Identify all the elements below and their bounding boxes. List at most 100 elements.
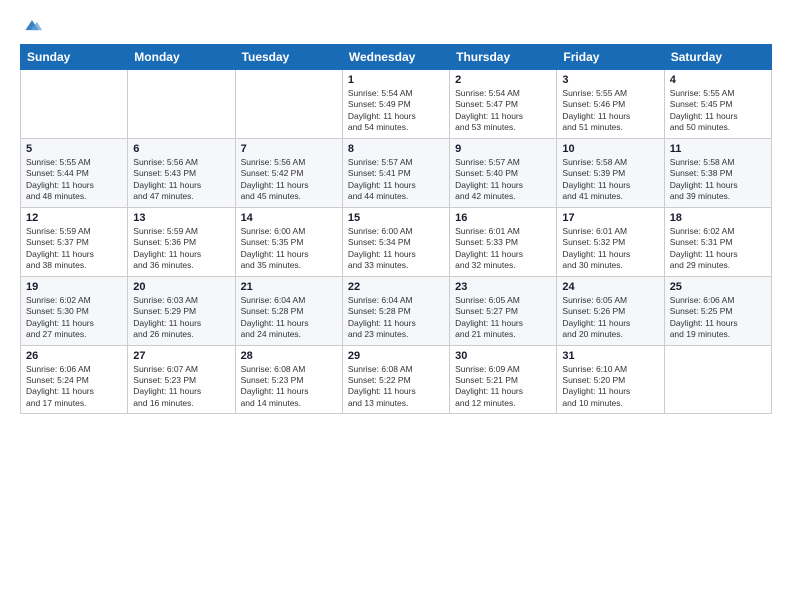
calendar-day-15: 15 Sunrise: 6:00 AMSunset: 5:34 PMDayligh… — [342, 207, 449, 276]
calendar-day-9: 9 Sunrise: 5:57 AMSunset: 5:40 PMDaylight… — [450, 138, 557, 207]
calendar-day-4: 4 Sunrise: 5:55 AMSunset: 5:45 PMDaylight… — [664, 70, 771, 139]
logo — [20, 18, 42, 34]
weekday-header-friday: Friday — [557, 45, 664, 70]
calendar-day-13: 13 Sunrise: 5:59 AMSunset: 5:36 PMDayligh… — [128, 207, 235, 276]
day-info: Sunrise: 6:09 AMSunset: 5:21 PMDaylight:… — [455, 364, 551, 410]
calendar-day-24: 24 Sunrise: 6:05 AMSunset: 5:26 PMDayligh… — [557, 276, 664, 345]
day-info: Sunrise: 5:55 AMSunset: 5:46 PMDaylight:… — [562, 88, 658, 134]
calendar-day-11: 11 Sunrise: 5:58 AMSunset: 5:38 PMDayligh… — [664, 138, 771, 207]
day-info: Sunrise: 6:00 AMSunset: 5:35 PMDaylight:… — [241, 226, 337, 272]
calendar-day-29: 29Sunrise: 6:08 AMSunset: 5:22 PMDayligh… — [342, 345, 449, 414]
day-number: 20 — [133, 281, 229, 293]
day-number: 13 — [133, 212, 229, 224]
day-number: 14 — [241, 212, 337, 224]
weekday-header-wednesday: Wednesday — [342, 45, 449, 70]
day-number: 10 — [562, 143, 658, 155]
day-number: 17 — [562, 212, 658, 224]
calendar-day-1: 1 Sunrise: 5:54 AMSunset: 5:49 PMDaylight… — [342, 70, 449, 139]
calendar-day-12: 12 Sunrise: 5:59 AMSunset: 5:37 PMDayligh… — [21, 207, 128, 276]
day-number: 26 — [26, 350, 122, 362]
day-number: 6 — [133, 143, 229, 155]
day-info: Sunrise: 6:10 AMSunset: 5:20 PMDaylight:… — [562, 364, 658, 410]
calendar-day-28: 28Sunrise: 6:08 AMSunset: 5:23 PMDayligh… — [235, 345, 342, 414]
weekday-header-tuesday: Tuesday — [235, 45, 342, 70]
day-info: Sunrise: 6:07 AMSunset: 5:23 PMDaylight:… — [133, 364, 229, 410]
day-number: 7 — [241, 143, 337, 155]
day-number: 28 — [241, 350, 337, 362]
day-info: Sunrise: 6:06 AMSunset: 5:25 PMDaylight:… — [670, 295, 766, 341]
day-number: 4 — [670, 74, 766, 86]
day-number: 31 — [562, 350, 658, 362]
day-info: Sunrise: 5:59 AMSunset: 5:36 PMDaylight:… — [133, 226, 229, 272]
day-info: Sunrise: 5:57 AMSunset: 5:40 PMDaylight:… — [455, 157, 551, 203]
calendar-day-14: 14 Sunrise: 6:00 AMSunset: 5:35 PMDayligh… — [235, 207, 342, 276]
calendar-day-18: 18 Sunrise: 6:02 AMSunset: 5:31 PMDayligh… — [664, 207, 771, 276]
weekday-header-row: SundayMondayTuesdayWednesdayThursdayFrid… — [21, 45, 772, 70]
calendar-week-row: 26Sunrise: 6:06 AMSunset: 5:24 PMDayligh… — [21, 345, 772, 414]
calendar-empty-cell — [21, 70, 128, 139]
day-number: 3 — [562, 74, 658, 86]
calendar-day-27: 27Sunrise: 6:07 AMSunset: 5:23 PMDayligh… — [128, 345, 235, 414]
day-number: 12 — [26, 212, 122, 224]
day-number: 11 — [670, 143, 766, 155]
day-info: Sunrise: 6:04 AMSunset: 5:28 PMDaylight:… — [241, 295, 337, 341]
day-info: Sunrise: 5:56 AMSunset: 5:43 PMDaylight:… — [133, 157, 229, 203]
calendar-day-17: 17 Sunrise: 6:01 AMSunset: 5:32 PMDayligh… — [557, 207, 664, 276]
day-info: Sunrise: 6:02 AMSunset: 5:30 PMDaylight:… — [26, 295, 122, 341]
calendar-day-25: 25 Sunrise: 6:06 AMSunset: 5:25 PMDayligh… — [664, 276, 771, 345]
day-number: 24 — [562, 281, 658, 293]
calendar-day-21: 21 Sunrise: 6:04 AMSunset: 5:28 PMDayligh… — [235, 276, 342, 345]
calendar-day-10: 10Sunrise: 5:58 AMSunset: 5:39 PMDayligh… — [557, 138, 664, 207]
day-number: 30 — [455, 350, 551, 362]
calendar-day-8: 8Sunrise: 5:57 AMSunset: 5:41 PMDaylight… — [342, 138, 449, 207]
calendar-empty-cell — [664, 345, 771, 414]
weekday-header-thursday: Thursday — [450, 45, 557, 70]
calendar-week-row: 19Sunrise: 6:02 AMSunset: 5:30 PMDayligh… — [21, 276, 772, 345]
day-info: Sunrise: 6:02 AMSunset: 5:31 PMDaylight:… — [670, 226, 766, 272]
day-number: 1 — [348, 74, 444, 86]
day-number: 21 — [241, 281, 337, 293]
calendar-day-20: 20Sunrise: 6:03 AMSunset: 5:29 PMDayligh… — [128, 276, 235, 345]
day-info: Sunrise: 5:59 AMSunset: 5:37 PMDaylight:… — [26, 226, 122, 272]
calendar-day-23: 23Sunrise: 6:05 AMSunset: 5:27 PMDayligh… — [450, 276, 557, 345]
day-info: Sunrise: 6:05 AMSunset: 5:27 PMDaylight:… — [455, 295, 551, 341]
calendar-week-row: 5 Sunrise: 5:55 AMSunset: 5:44 PMDaylight… — [21, 138, 772, 207]
day-number: 16 — [455, 212, 551, 224]
day-info: Sunrise: 5:55 AMSunset: 5:44 PMDaylight:… — [26, 157, 122, 203]
calendar-day-26: 26Sunrise: 6:06 AMSunset: 5:24 PMDayligh… — [21, 345, 128, 414]
day-info: Sunrise: 5:56 AMSunset: 5:42 PMDaylight:… — [241, 157, 337, 203]
calendar-empty-cell — [235, 70, 342, 139]
day-info: Sunrise: 6:01 AMSunset: 5:32 PMDaylight:… — [562, 226, 658, 272]
calendar-day-6: 6 Sunrise: 5:56 AMSunset: 5:43 PMDaylight… — [128, 138, 235, 207]
day-number: 2 — [455, 74, 551, 86]
day-info: Sunrise: 5:55 AMSunset: 5:45 PMDaylight:… — [670, 88, 766, 134]
calendar-day-7: 7 Sunrise: 5:56 AMSunset: 5:42 PMDaylight… — [235, 138, 342, 207]
calendar-day-16: 16 Sunrise: 6:01 AMSunset: 5:33 PMDayligh… — [450, 207, 557, 276]
calendar-day-30: 30 Sunrise: 6:09 AMSunset: 5:21 PMDayligh… — [450, 345, 557, 414]
day-info: Sunrise: 6:04 AMSunset: 5:28 PMDaylight:… — [348, 295, 444, 341]
day-number: 18 — [670, 212, 766, 224]
weekday-header-sunday: Sunday — [21, 45, 128, 70]
day-info: Sunrise: 6:01 AMSunset: 5:33 PMDaylight:… — [455, 226, 551, 272]
calendar-table: SundayMondayTuesdayWednesdayThursdayFrid… — [20, 44, 772, 414]
calendar-day-19: 19Sunrise: 6:02 AMSunset: 5:30 PMDayligh… — [21, 276, 128, 345]
day-number: 25 — [670, 281, 766, 293]
day-number: 9 — [455, 143, 551, 155]
day-number: 29 — [348, 350, 444, 362]
calendar-week-row: 1 Sunrise: 5:54 AMSunset: 5:49 PMDaylight… — [21, 70, 772, 139]
day-number: 5 — [26, 143, 122, 155]
day-info: Sunrise: 5:57 AMSunset: 5:41 PMDaylight:… — [348, 157, 444, 203]
day-info: Sunrise: 5:54 AMSunset: 5:47 PMDaylight:… — [455, 88, 551, 134]
day-number: 15 — [348, 212, 444, 224]
page: SundayMondayTuesdayWednesdayThursdayFrid… — [0, 0, 792, 612]
day-info: Sunrise: 6:00 AMSunset: 5:34 PMDaylight:… — [348, 226, 444, 272]
day-info: Sunrise: 6:05 AMSunset: 5:26 PMDaylight:… — [562, 295, 658, 341]
header — [20, 18, 772, 34]
calendar-day-3: 3 Sunrise: 5:55 AMSunset: 5:46 PMDaylight… — [557, 70, 664, 139]
calendar-empty-cell — [128, 70, 235, 139]
day-info: Sunrise: 5:54 AMSunset: 5:49 PMDaylight:… — [348, 88, 444, 134]
calendar-day-2: 2 Sunrise: 5:54 AMSunset: 5:47 PMDaylight… — [450, 70, 557, 139]
day-number: 22 — [348, 281, 444, 293]
logo-icon — [22, 16, 42, 36]
day-info: Sunrise: 5:58 AMSunset: 5:38 PMDaylight:… — [670, 157, 766, 203]
